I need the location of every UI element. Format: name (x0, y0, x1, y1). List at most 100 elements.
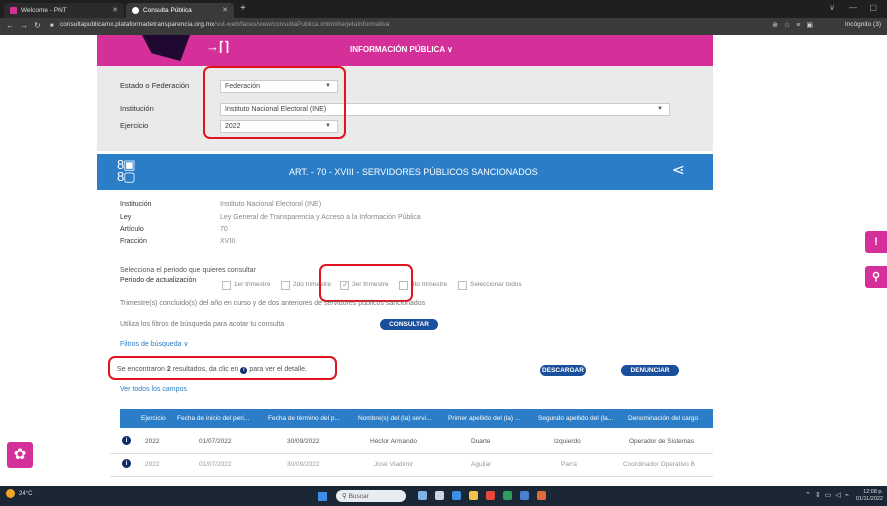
table-cell: 30/09/2022 (287, 438, 320, 445)
periodo-note: Trimestre(s) concluido(s) del año en cur… (120, 300, 426, 307)
explorer-icon[interactable] (435, 491, 444, 500)
url-path: /vut-web/faces/view/consultaPublica.xhtm… (214, 21, 390, 28)
close-icon[interactable]: ✕ (112, 6, 118, 14)
column-header[interactable]: Denominación del cargo (628, 415, 698, 422)
profile-button[interactable]: Incógnito (3) (845, 21, 881, 28)
widgets-icon[interactable] (418, 491, 427, 500)
table-cell: 01/07/2022 (199, 438, 232, 445)
chrome-icon[interactable] (486, 491, 495, 500)
share-icon[interactable]: ⋖ (672, 160, 685, 180)
checkbox-2do[interactable] (281, 281, 290, 290)
accessibility-icon[interactable]: ✿ (7, 442, 33, 468)
checkbox-label: Seleccionar todos (470, 281, 522, 288)
windows-start-icon[interactable] (318, 492, 327, 501)
clock[interactable]: 12:08 p. 01/11/2022 (856, 489, 883, 503)
table-cell: Aguilar (471, 461, 492, 468)
denunciar-button[interactable]: DENUNCIAR (621, 365, 679, 376)
search-placeholder: Buscar (348, 493, 369, 500)
globe-icon (132, 7, 139, 14)
table-cell: Héctor Armando (370, 438, 417, 445)
browser-tabbar: Welcome - PNT ✕ Consulta Pública ✕ + ∨ —… (0, 0, 887, 18)
ejercicio-label: Ejercicio (120, 121, 149, 130)
taskbar-search[interactable]: ⚲ Buscar (336, 490, 406, 502)
lock-icon: ■ (50, 23, 54, 29)
search-tool-icon[interactable]: ⚲ (865, 266, 887, 288)
detail-label: Fracción (120, 238, 147, 245)
highlight-results (108, 356, 337, 380)
table-cell: 2022 (145, 461, 160, 468)
url-field[interactable]: consultapublicamx.plataformadetransparen… (60, 21, 390, 28)
detail-label: Ley (120, 214, 132, 221)
column-header[interactable]: Nombre(s) del (la) servi... (358, 415, 431, 422)
ver-todos-link[interactable]: Ver todos los campos (120, 386, 187, 393)
taskbar-apps (418, 491, 546, 500)
detail-label: Artículo (120, 226, 144, 233)
table-cell: 2022 (145, 438, 160, 445)
chevron-down-icon: ∨ (447, 45, 453, 54)
detail-value: XVIII (220, 238, 236, 245)
column-header[interactable]: Segundo apellido del (la... (538, 415, 613, 422)
info-icon[interactable]: i (122, 459, 131, 468)
browser-tab-consulta[interactable]: Consulta Pública ✕ (126, 3, 234, 18)
row-divider (110, 476, 713, 477)
alert-icon[interactable]: ! (865, 231, 887, 253)
powerpoint-icon[interactable] (537, 491, 546, 500)
checkbox-label: 1er trimestre (234, 281, 271, 288)
close-icon[interactable]: ✕ (222, 6, 228, 14)
sun-icon (6, 489, 15, 498)
table-cell: Parra (561, 461, 577, 468)
reload-icon[interactable]: ↻ (34, 21, 41, 30)
page: →⌈⌉ INFORMACIÓN PÚBLICA ∨ Estado o Feder… (0, 35, 887, 486)
info-bracket-icon: →⌈⌉ (206, 39, 230, 54)
tab-title: Consulta Pública (143, 7, 192, 14)
descargar-button[interactable]: DESCARGAR (540, 365, 586, 376)
table-header: Ejercicio Fecha de inicio del peri... Fe… (120, 409, 713, 428)
tab-title: Welcome - PNT (21, 7, 67, 14)
detail-value: 70 (220, 226, 228, 233)
section-bar: 8▣ 8▢ ART. - 70 - XVIII - SERVIDORES PÚBL… (97, 154, 713, 190)
table-cell: Izquierdo (554, 438, 581, 445)
column-header[interactable]: Fecha de inicio del peri... (177, 415, 249, 422)
table-cell: José Vladimir (374, 461, 414, 468)
highlight-form (203, 66, 346, 139)
browser-tab-welcome[interactable]: Welcome - PNT ✕ (4, 3, 124, 18)
system-tray[interactable]: ⌃⇕▭◁⌁ (805, 491, 853, 499)
info-publica-menu[interactable]: INFORMACIÓN PÚBLICA ∨ (350, 45, 453, 54)
forward-icon[interactable]: → (20, 21, 28, 30)
section-title: ART. - 70 - XVIII - SERVIDORES PÚBLICOS … (289, 167, 538, 177)
table-cell: 01/07/2022 (199, 461, 232, 468)
taskbar: 24°C ⚲ Buscar ⌃⇕▭◁⌁ 12:08 p. 01/11/2022 (0, 486, 887, 506)
institucion-label: Institución (120, 104, 154, 113)
checkbox-label: 4to trimestre (411, 281, 448, 288)
store-icon[interactable] (452, 491, 461, 500)
detail-value: Ley General de Transparencia y Acceso a … (220, 214, 421, 221)
browser-action-icons[interactable]: ⊕☆≡▣ (772, 21, 819, 29)
teams-icon[interactable] (503, 491, 512, 500)
caret-down-icon: ▼ (657, 106, 663, 112)
periodo-prompt: Selecciona el periodo que quieres consul… (120, 267, 256, 274)
restore-icon[interactable]: ▢ (869, 3, 877, 12)
address-bar: ← → ↻ ■ consultapublicamx.plataformadetr… (0, 18, 887, 35)
new-tab-button[interactable]: + (240, 3, 246, 14)
column-header[interactable]: Primer apellido del (la) ... (448, 415, 520, 422)
word-icon[interactable] (520, 491, 529, 500)
consultar-button[interactable]: CONSULTAR (380, 319, 438, 330)
minimize-icon[interactable]: — (849, 3, 857, 12)
grid-people-icon: 8▣ 8▢ (117, 157, 135, 184)
filtros-toggle[interactable]: Filtros de búsqueda ∨ (120, 340, 189, 348)
url-host: consultapublicamx.plataformadetransparen… (60, 21, 215, 28)
weather-widget[interactable]: 24°C (6, 489, 32, 498)
back-icon[interactable]: ← (6, 21, 14, 30)
column-header[interactable]: Ejercicio (141, 415, 166, 422)
folder-icon[interactable] (469, 491, 478, 500)
table-cell: Operador de Sistemas (629, 438, 695, 445)
chevron-down-icon[interactable]: ∨ (829, 3, 835, 12)
estado-label: Estado o Federación (120, 81, 190, 90)
column-header[interactable]: Fecha de término del p... (268, 415, 340, 422)
checkbox-todos[interactable] (458, 281, 467, 290)
table-cell: Coordinador Operativo B (623, 461, 695, 468)
info-icon[interactable]: i (122, 436, 131, 445)
row-divider (110, 453, 713, 454)
checkbox-1er[interactable] (222, 281, 231, 290)
table-cell: Duarte (471, 438, 491, 445)
